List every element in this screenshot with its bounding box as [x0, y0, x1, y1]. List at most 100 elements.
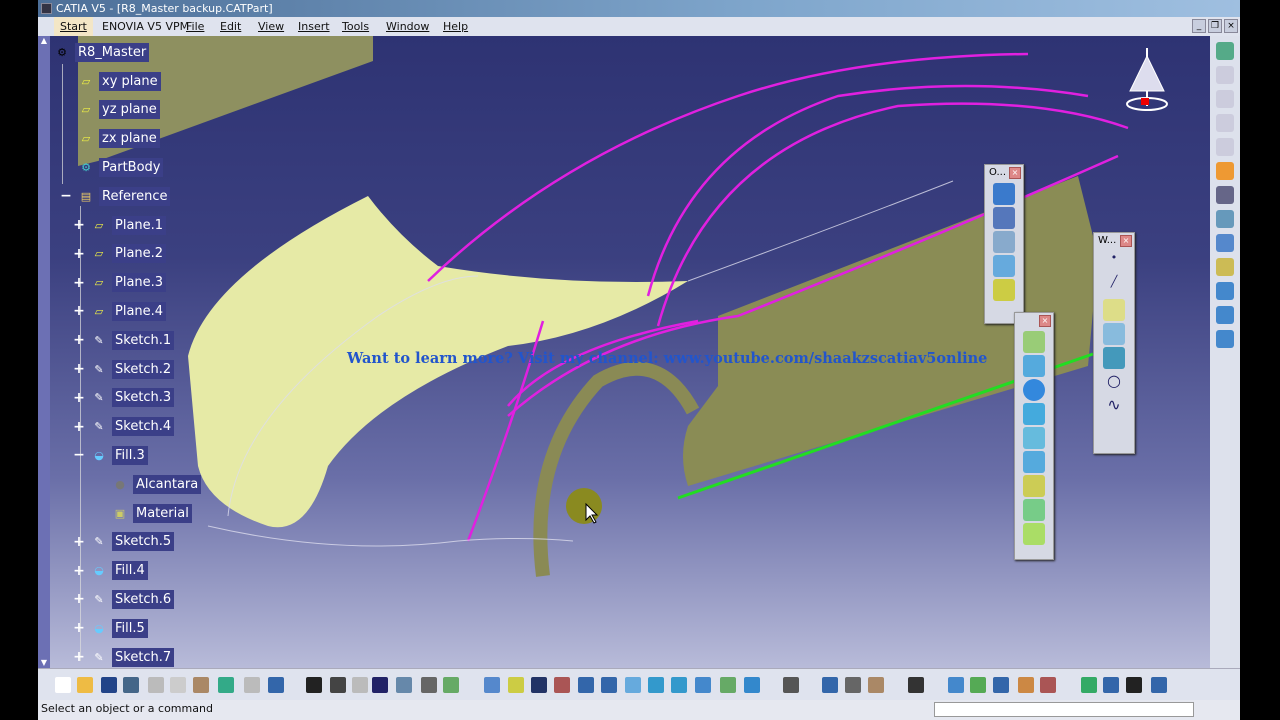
- lock-icon[interactable]: [421, 677, 437, 693]
- tree-node[interactable]: ● Alcantara: [110, 474, 202, 494]
- spline-icon[interactable]: ∿: [1103, 395, 1125, 417]
- tool-icon[interactable]: [993, 231, 1015, 253]
- tree-node[interactable]: + ◒ Fill.4: [73, 561, 148, 581]
- tool-icon[interactable]: [443, 677, 459, 693]
- iso-view-icon[interactable]: [648, 677, 664, 693]
- print-icon[interactable]: [123, 677, 139, 693]
- workbench-icon[interactable]: [1216, 42, 1234, 60]
- tree-node[interactable]: + ▱ Plane.2: [73, 244, 167, 264]
- tool-icon[interactable]: [1018, 677, 1034, 693]
- tree-node[interactable]: + ◒ Fill.5: [73, 618, 148, 638]
- tree-scrollbar[interactable]: ▲ ▼: [38, 36, 50, 668]
- cut-icon[interactable]: [148, 677, 164, 693]
- menu-enovia[interactable]: ENOVIA V5 VPM: [102, 17, 189, 36]
- expand-toggle[interactable]: +: [73, 592, 85, 606]
- tool-icon[interactable]: [1023, 355, 1045, 377]
- grid-icon[interactable]: [1151, 677, 1167, 693]
- 3d-viewport[interactable]: ▲ ▼ ⚙ R8_Master ▱ xy plane ▱ yz plane ▱ zx plan…: [38, 36, 1210, 668]
- sketcher-icon[interactable]: [1216, 210, 1234, 228]
- axis-icon[interactable]: [1126, 677, 1142, 693]
- close-icon[interactable]: ×: [1039, 315, 1051, 327]
- menu-insert[interactable]: Insert: [298, 17, 330, 36]
- cylinder-icon[interactable]: [1023, 403, 1045, 425]
- tree-node[interactable]: − ▤ Reference: [60, 186, 171, 206]
- pan-icon[interactable]: [531, 677, 547, 693]
- camera-icon[interactable]: [908, 677, 924, 693]
- tool-icon[interactable]: [993, 183, 1015, 205]
- circle-icon[interactable]: ○: [1103, 371, 1125, 393]
- tool-icon[interactable]: [1216, 186, 1234, 204]
- save-icon[interactable]: [101, 677, 117, 693]
- tool-icon[interactable]: [1023, 451, 1045, 473]
- menu-edit[interactable]: Edit: [220, 17, 241, 36]
- formula-icon[interactable]: [306, 677, 322, 693]
- tree-node[interactable]: − ◒ Fill.3: [73, 445, 148, 465]
- zoom-in-icon[interactable]: [578, 677, 594, 693]
- expand-toggle[interactable]: +: [73, 362, 85, 376]
- tree-node[interactable]: ▱ zx plane: [60, 129, 160, 149]
- expand-toggle[interactable]: +: [73, 621, 85, 635]
- floating-toolbar-o[interactable]: O... ×: [984, 164, 1024, 324]
- sphere-icon[interactable]: [1023, 379, 1045, 401]
- paste-icon[interactable]: [193, 677, 209, 693]
- hide-show-icon[interactable]: [720, 677, 736, 693]
- tool-icon[interactable]: [948, 677, 964, 693]
- expand-toggle[interactable]: +: [73, 535, 85, 549]
- projection-icon[interactable]: [1103, 323, 1125, 345]
- expand-toggle[interactable]: +: [73, 247, 85, 261]
- fit-all-icon[interactable]: [508, 677, 524, 693]
- shading-icon[interactable]: [695, 677, 711, 693]
- tree-node[interactable]: + ✎ Sketch.3: [73, 388, 175, 408]
- normal-view-icon[interactable]: [625, 677, 641, 693]
- tree-node[interactable]: ⚙ PartBody: [60, 157, 164, 177]
- rotate-icon[interactable]: [554, 677, 570, 693]
- tree-node[interactable]: ▱ yz plane: [60, 100, 160, 120]
- tool-icon[interactable]: [1216, 258, 1234, 276]
- close-icon[interactable]: ×: [1009, 167, 1021, 179]
- tool-icon[interactable]: [845, 677, 861, 693]
- tool-icon[interactable]: [1023, 523, 1045, 545]
- menu-start[interactable]: Start: [54, 17, 93, 36]
- tool-icon[interactable]: [1216, 90, 1234, 108]
- tool-icon[interactable]: [993, 279, 1015, 301]
- restore-button[interactable]: ❐: [1208, 19, 1222, 33]
- menu-file[interactable]: File: [186, 17, 204, 36]
- intersection-icon[interactable]: [1103, 347, 1125, 369]
- tree-node[interactable]: + ✎ Sketch.1: [73, 330, 175, 350]
- menu-window[interactable]: Window: [386, 17, 429, 36]
- plane-icon[interactable]: [1103, 299, 1125, 321]
- comment-icon[interactable]: [330, 677, 346, 693]
- expand-toggle[interactable]: +: [73, 564, 85, 578]
- expand-toggle[interactable]: +: [73, 333, 85, 347]
- redo-icon[interactable]: [244, 677, 260, 693]
- menu-tools[interactable]: Tools: [342, 17, 369, 36]
- tool-icon[interactable]: [783, 677, 799, 693]
- swap-icon[interactable]: [744, 677, 760, 693]
- open-icon[interactable]: [77, 677, 93, 693]
- tool-icon[interactable]: [352, 677, 368, 693]
- tool-icon[interactable]: [993, 207, 1015, 229]
- expand-toggle[interactable]: −: [60, 189, 72, 203]
- undo-icon[interactable]: [218, 677, 234, 693]
- tree-node[interactable]: + ✎ Sketch.5: [73, 532, 175, 552]
- expand-toggle[interactable]: −: [73, 448, 85, 462]
- update-icon[interactable]: [1081, 677, 1097, 693]
- tool-icon[interactable]: [1023, 427, 1045, 449]
- minimize-button[interactable]: _: [1192, 19, 1206, 33]
- tool-icon[interactable]: [993, 677, 1009, 693]
- point-icon[interactable]: •: [1103, 251, 1125, 273]
- floating-toolbar-surfaces[interactable]: ×: [1014, 312, 1054, 560]
- tree-node[interactable]: + ✎ Sketch.7: [73, 647, 175, 667]
- tree-node[interactable]: + ✎ Sketch.4: [73, 417, 175, 437]
- tool-icon[interactable]: [1216, 114, 1234, 132]
- fly-icon[interactable]: [484, 677, 500, 693]
- command-input[interactable]: [934, 702, 1194, 717]
- tree-root[interactable]: ⚙ R8_Master: [52, 42, 150, 62]
- tool-icon[interactable]: [1023, 331, 1045, 353]
- expand-toggle[interactable]: +: [73, 650, 85, 664]
- tool-icon[interactable]: [1040, 677, 1056, 693]
- tool-icon[interactable]: [1103, 677, 1119, 693]
- tool-icon[interactable]: [1216, 66, 1234, 84]
- tool-icon[interactable]: [822, 677, 838, 693]
- tree-icon[interactable]: [396, 677, 412, 693]
